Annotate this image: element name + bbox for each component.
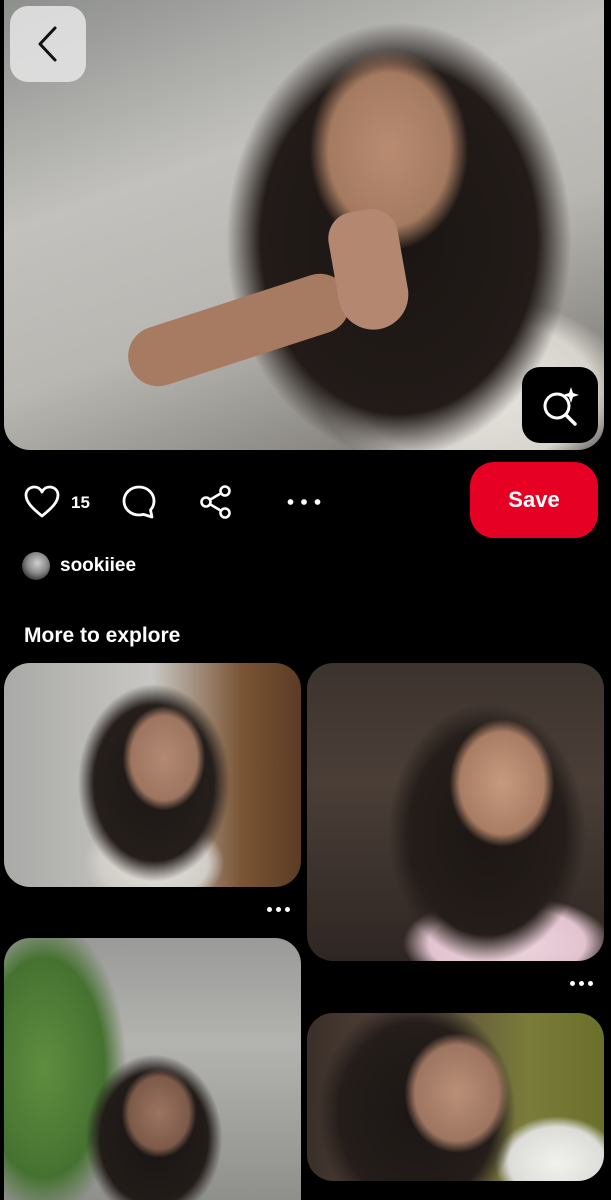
comment-icon <box>122 485 156 519</box>
visual-search-button[interactable] <box>522 367 598 443</box>
like-count: 15 <box>71 493 90 512</box>
like-button[interactable] <box>24 484 60 520</box>
heart-icon <box>24 485 60 518</box>
explore-pin-image[interactable] <box>4 663 301 887</box>
more-icon <box>287 499 321 505</box>
more-icon[interactable] <box>267 907 290 912</box>
creator-name[interactable]: sookiiee <box>60 555 136 577</box>
more-icon[interactable] <box>570 981 593 986</box>
creator-row[interactable]: sookiiee <box>22 550 136 582</box>
pin-image-detail <box>120 265 358 395</box>
visual-search-icon <box>543 387 579 426</box>
chevron-left-icon <box>38 26 57 62</box>
share-button[interactable] <box>198 484 234 520</box>
explore-pin-image[interactable] <box>4 938 301 1200</box>
comment-button[interactable] <box>121 484 157 520</box>
more-options-button[interactable] <box>286 484 322 520</box>
back-button[interactable] <box>10 6 86 82</box>
pin-image[interactable] <box>4 0 604 450</box>
share-icon <box>200 485 231 519</box>
explore-pin-image[interactable] <box>307 663 604 961</box>
explore-pin-image[interactable] <box>307 1013 604 1181</box>
save-button[interactable]: Save <box>470 462 598 538</box>
pin-action-bar: 15 Save <box>0 462 611 540</box>
avatar[interactable] <box>22 552 50 580</box>
section-title: More to explore <box>24 624 181 647</box>
